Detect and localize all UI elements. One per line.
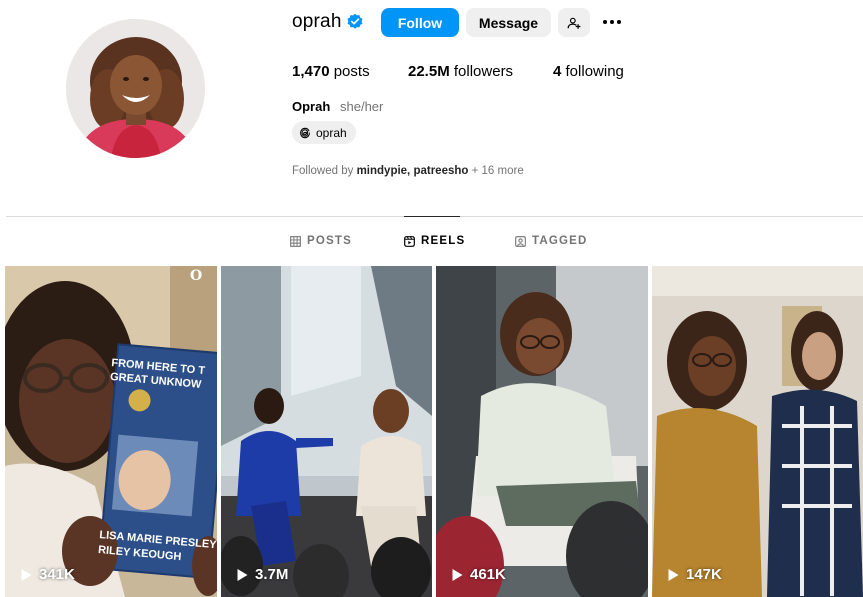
followed-by[interactable]: Followed by mindypie, patreesho + 16 mor… (292, 163, 524, 179)
profile-avatar[interactable] (66, 19, 205, 158)
reel-image (221, 266, 432, 597)
follow-button[interactable]: Follow (381, 8, 459, 37)
reels-icon (404, 235, 415, 247)
threads-handle: oprah (316, 125, 347, 140)
threads-link[interactable]: oprah (292, 121, 356, 144)
followed-by-users: mindypie, patreesho (356, 165, 469, 177)
verified-badge-icon (347, 13, 363, 29)
reel-views-value: 341K (39, 566, 75, 583)
reel-image (436, 266, 648, 597)
more-options-button[interactable] (598, 12, 626, 32)
following-stat[interactable]: 4 following (553, 62, 624, 82)
add-user-icon (567, 17, 581, 29)
following-count: 4 (553, 63, 562, 80)
tab-reels[interactable]: REELS (404, 235, 465, 247)
suggested-users-button[interactable] (558, 8, 590, 37)
play-icon (452, 568, 463, 581)
reel-view-count: 147K (667, 566, 722, 583)
posts-label: posts (333, 63, 370, 80)
reel-thumbnail[interactable]: 147K (652, 266, 863, 597)
followed-by-more: + 16 more (471, 165, 524, 177)
reel-thumbnail[interactable]: 3.7M (221, 266, 432, 597)
posts-count: 1,470 (292, 63, 330, 80)
followers-stat[interactable]: 22.5M followers (408, 62, 513, 82)
tab-reels-label: REELS (421, 235, 466, 247)
play-icon (237, 568, 248, 581)
reel-views-value: 147K (686, 566, 722, 583)
tab-posts[interactable]: POSTS (290, 235, 352, 247)
reel-thumbnail[interactable]: O FROM HERE TO T GREAT UNKNOW LISA MARIE… (5, 266, 217, 597)
reel-view-count: 3.7M (236, 566, 288, 583)
more-options-icon (602, 20, 623, 24)
book-logo: O (190, 268, 203, 284)
active-tab-indicator (404, 216, 460, 217)
following-label: following (565, 63, 624, 80)
reel-thumbnail[interactable]: 461K (436, 266, 648, 597)
reel-image (652, 266, 863, 597)
tab-tagged[interactable]: TAGGED (515, 235, 588, 247)
followers-count: 22.5M (408, 63, 450, 80)
threads-icon (300, 127, 310, 138)
play-icon (21, 568, 32, 581)
grid-icon (290, 235, 301, 247)
message-button[interactable]: Message (466, 8, 551, 37)
followed-by-prefix: Followed by (292, 165, 354, 177)
profile-full-name: Oprah (292, 99, 331, 114)
profile-pronouns: she/her (340, 99, 384, 114)
tagged-icon (515, 235, 526, 247)
reel-views-value: 3.7M (255, 566, 289, 583)
followers-label: followers (453, 63, 514, 80)
profile-username: oprah (292, 11, 342, 32)
tab-posts-label: POSTS (307, 235, 352, 247)
reel-views-value: 461K (470, 566, 506, 583)
tab-tagged-label: TAGGED (532, 235, 588, 247)
reel-view-count: 461K (451, 566, 506, 583)
avatar-image (66, 19, 205, 158)
reel-view-count: 341K (20, 566, 75, 583)
posts-stat: 1,470 posts (292, 62, 370, 82)
play-icon (668, 568, 679, 581)
